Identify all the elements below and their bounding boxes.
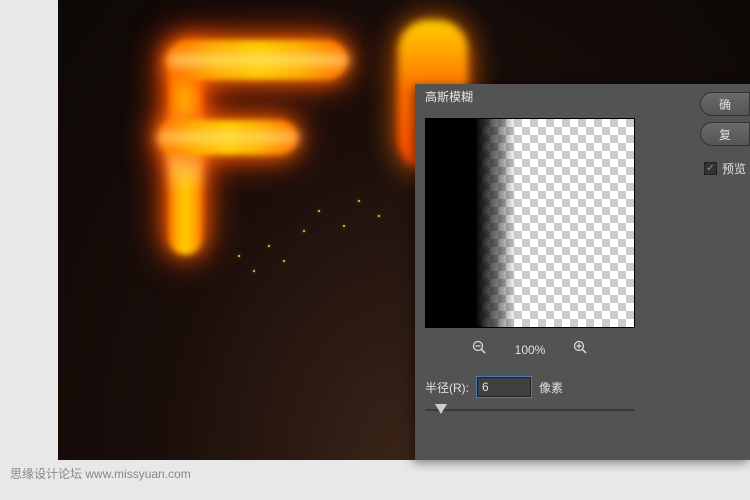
- zoom-in-icon[interactable]: [573, 340, 588, 359]
- dialog-body: 确 复 ✓ 预览 100% 半径(R): 像素: [415, 110, 750, 425]
- radius-unit: 像素: [539, 379, 563, 396]
- radius-row: 半径(R): 像素: [425, 377, 740, 397]
- zoom-out-icon[interactable]: [472, 340, 487, 359]
- zoom-percent: 100%: [515, 343, 546, 357]
- slider-thumb[interactable]: [435, 404, 447, 414]
- footer-url[interactable]: www.missyuan.com: [85, 467, 190, 481]
- preview-mask-gradient: [426, 119, 516, 327]
- slider-track-line: [425, 409, 635, 411]
- reset-button[interactable]: 复: [700, 122, 750, 146]
- radius-input[interactable]: [477, 377, 531, 397]
- radius-label: 半径(R):: [425, 379, 469, 396]
- zoom-controls: 100%: [425, 340, 635, 359]
- radius-slider[interactable]: [425, 403, 635, 417]
- dialog-buttons: 确 复 ✓ 预览: [700, 92, 750, 177]
- fire-text-effect: [138, 20, 418, 300]
- footer-forum: 思缘设计论坛: [10, 467, 82, 481]
- preview-label: 预览: [722, 160, 746, 177]
- preview-checkbox[interactable]: ✓: [704, 162, 717, 175]
- ok-button[interactable]: 确: [700, 92, 750, 116]
- page-footer: 思缘设计论坛 www.missyuan.com: [10, 465, 191, 482]
- preview-checkbox-row: ✓ 预览: [700, 160, 750, 177]
- preview-thumbnail[interactable]: [425, 118, 635, 328]
- gaussian-blur-dialog: 高斯模糊 确 复 ✓ 预览 100% 半径(R): 像素: [415, 84, 750, 460]
